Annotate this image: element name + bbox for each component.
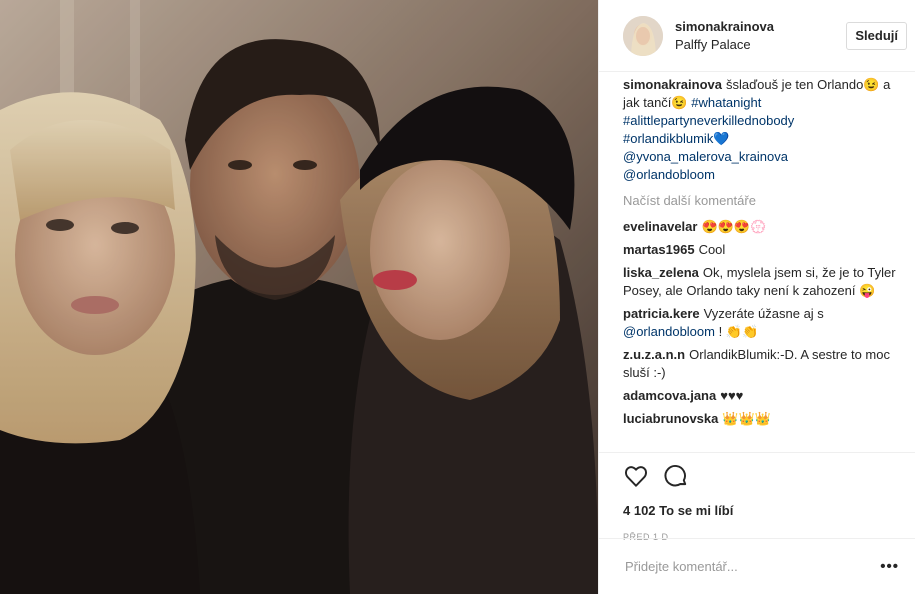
- likes-number: 4 102: [623, 503, 656, 518]
- comment-username[interactable]: luciabrunovska: [623, 411, 718, 426]
- post-sidebar: simonakrainova Palffy Palace Sledují sim…: [598, 0, 915, 594]
- post-photo[interactable]: [0, 0, 598, 594]
- comment-text: 😍😍😍💮: [701, 219, 767, 234]
- comment-username[interactable]: patricia.kere: [623, 306, 700, 321]
- avatar[interactable]: [623, 15, 663, 56]
- hashtag-whatanight[interactable]: #whatanight: [691, 95, 761, 110]
- comment-icon[interactable]: [663, 463, 689, 489]
- comment-item: evelinavelar 😍😍😍💮: [623, 218, 899, 236]
- comment-text: ♥♥♥: [720, 388, 744, 403]
- mention-yvona[interactable]: @yvona_malerova_krainova: [623, 149, 788, 164]
- post-header: simonakrainova Palffy Palace Sledují: [599, 0, 915, 72]
- comment-suffix: ! 👏👏: [714, 324, 759, 339]
- comment-text: Cool: [698, 242, 726, 257]
- comment-text: 👑👑👑: [722, 411, 771, 426]
- comment-item: z.u.z.a.n.n OrlandikBlumik:-D. A sestre t…: [623, 346, 899, 382]
- caption: simonakrainova šslaďouš je ten Orlando😉 a…: [623, 76, 899, 184]
- comment-username[interactable]: liska_zelena: [623, 265, 699, 280]
- photo-image: [0, 0, 598, 594]
- comment-input[interactable]: [623, 558, 867, 575]
- load-more-comments[interactable]: Načíst další komentáře: [623, 192, 899, 210]
- likes-label: To se mi líbí: [659, 503, 734, 518]
- hashtag-orlandikblumik[interactable]: #orlandikblumik💙: [623, 131, 730, 146]
- comment-username[interactable]: martas1965: [623, 242, 695, 257]
- instagram-post: simonakrainova Palffy Palace Sledují sim…: [0, 0, 915, 594]
- comment-item: martas1965 Cool: [623, 241, 899, 259]
- more-options-icon[interactable]: •••: [880, 558, 899, 575]
- heart-icon[interactable]: [623, 463, 649, 489]
- comment-item: liska_zelena Ok, myslela jsem si, že je t…: [623, 264, 899, 300]
- comments-list[interactable]: simonakrainova šslaďouš je ten Orlando😉 a…: [599, 72, 915, 450]
- likes-count[interactable]: 4 102 To se mi líbí: [623, 503, 891, 518]
- add-comment-bar: •••: [599, 538, 915, 594]
- comment-username[interactable]: z.u.z.a.n.n: [623, 347, 685, 362]
- mention-orlandobloom[interactable]: @orlandobloom: [623, 167, 715, 182]
- header-location[interactable]: Palffy Palace: [675, 36, 846, 54]
- comment-item: patricia.kere Vyzeráte úžasne aj s @orlan…: [623, 305, 899, 341]
- comment-text: Vyzeráte úžasne aj s: [703, 306, 824, 321]
- caption-username[interactable]: simonakrainova: [623, 77, 722, 92]
- follow-button[interactable]: Sledují: [846, 21, 907, 50]
- comment-item: luciabrunovska 👑👑👑: [623, 410, 899, 428]
- post-actions: 4 102 To se mi líbí PŘED 1 D: [599, 452, 915, 542]
- hashtag-alittleparty[interactable]: #alittlepartyneverkillednobody: [623, 113, 794, 128]
- comment-username[interactable]: evelinavelar: [623, 219, 697, 234]
- comment-mention[interactable]: @orlandobloom: [623, 324, 715, 339]
- comment-item: adamcova.jana ♥♥♥: [623, 387, 899, 405]
- header-username[interactable]: simonakrainova: [675, 18, 846, 36]
- comment-username[interactable]: adamcova.jana: [623, 388, 716, 403]
- avatar-image: [623, 15, 663, 56]
